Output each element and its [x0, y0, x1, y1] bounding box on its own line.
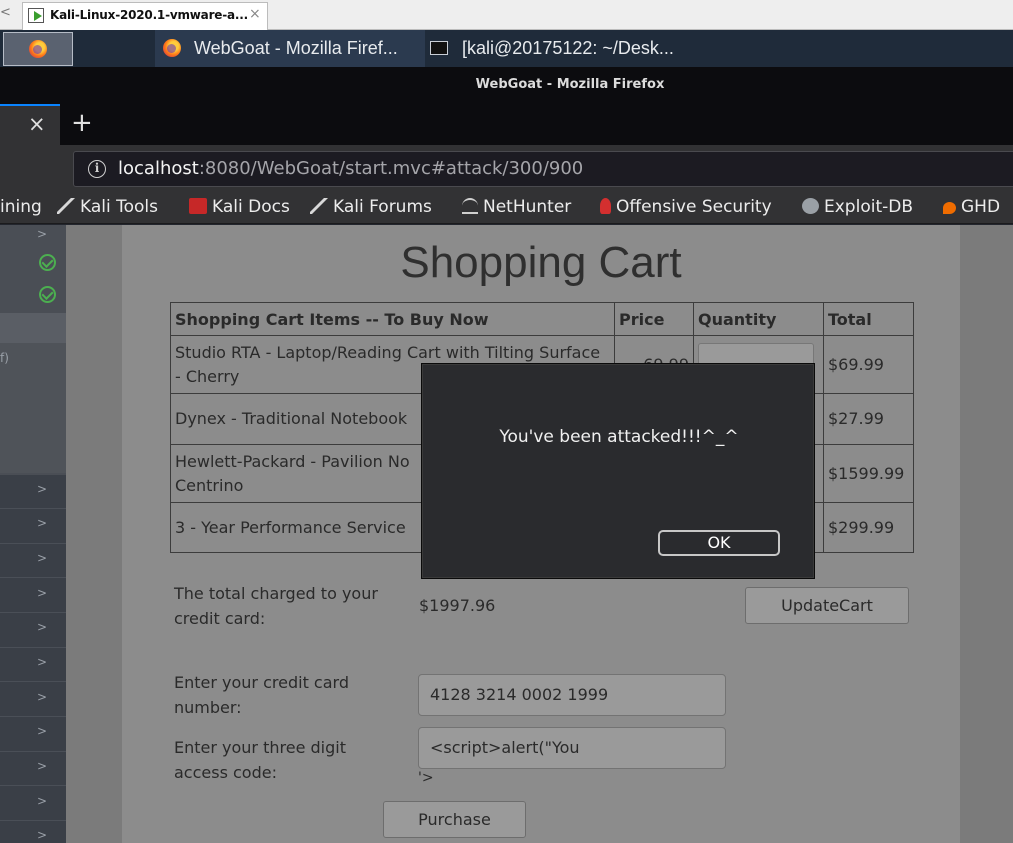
- kali-taskbar: WebGoat - Mozilla Firef... [kali@2017512…: [0, 30, 1013, 67]
- url-path: :8080/WebGoat/start.mvc#attack/300/900: [198, 158, 584, 179]
- access-code-overflow-text: '>: [418, 770, 434, 786]
- chevron-right-icon[interactable]: >: [37, 759, 47, 773]
- divider: [0, 612, 66, 613]
- kali-dragon-icon: [57, 198, 75, 214]
- url-text[interactable]: localhost:8080/WebGoat/start.mvc#attack/…: [118, 158, 583, 179]
- page-title: Shopping Cart: [400, 238, 682, 287]
- nethunter-icon: [462, 198, 478, 214]
- sidebar-item-selected[interactable]: [0, 313, 66, 343]
- scroll-left-icon[interactable]: <: [0, 5, 11, 20]
- divider: [0, 785, 66, 786]
- check-icon: [39, 286, 56, 303]
- divider: [0, 716, 66, 717]
- divider: [0, 577, 66, 578]
- divider: [0, 508, 66, 509]
- exploit-db-icon: [802, 198, 819, 214]
- bookmark-kali-forums[interactable]: Kali Forums: [310, 197, 432, 217]
- bookmark-training[interactable]: ining: [0, 197, 42, 217]
- webgoat-sidebar: > f) > > > > > > > > > > >: [0, 225, 66, 843]
- column-header: Price: [614, 302, 694, 336]
- chevron-right-icon[interactable]: >: [37, 794, 47, 808]
- column-header: Shopping Cart Items -- To Buy Now: [170, 302, 615, 336]
- total-charged-label: The total charged to your credit card:: [174, 584, 378, 628]
- firefox-icon: [163, 39, 181, 57]
- chevron-right-icon[interactable]: >: [37, 828, 47, 842]
- ghdb-icon: [943, 202, 956, 214]
- task-firefox-label: WebGoat - Mozilla Firef...: [194, 38, 398, 58]
- credit-card-label: Enter your credit card number:: [174, 673, 349, 717]
- chevron-right-icon[interactable]: >: [37, 586, 47, 600]
- task-button-terminal[interactable]: [kali@20175122: ~/Desk...: [427, 30, 717, 67]
- bookmark-exploit-db[interactable]: Exploit-DB: [802, 197, 913, 217]
- vmware-tab-bar: < Kali-Linux-2020.1-vmware-a... ×: [0, 0, 1013, 30]
- plus-icon[interactable]: +: [71, 108, 93, 138]
- terminal-icon: [430, 41, 448, 55]
- table-header-row: Shopping Cart Items -- To Buy Now Price …: [170, 302, 914, 336]
- chevron-right-icon[interactable]: >: [37, 516, 47, 530]
- chevron-right-icon[interactable]: >: [37, 620, 47, 634]
- access-code-input[interactable]: <script>alert("You: [418, 727, 726, 769]
- column-header: Total: [823, 302, 914, 336]
- purchase-button[interactable]: Purchase: [383, 801, 526, 838]
- window-title: WebGoat - Mozilla Firefox: [475, 77, 665, 92]
- check-icon: [39, 254, 56, 271]
- vm-tab-kali[interactable]: Kali-Linux-2020.1-vmware-a... ×: [22, 2, 268, 30]
- navigation-bar: i localhost:8080/WebGoat/start.mvc#attac…: [0, 145, 1013, 191]
- bookmark-ghdb[interactable]: GHD: [943, 197, 1000, 217]
- bookmark-kali-docs[interactable]: Kali Docs: [189, 197, 290, 217]
- window-title-bar: WebGoat - Mozilla Firefox: [0, 67, 1013, 104]
- firefox-icon: [29, 40, 47, 58]
- access-code-label: Enter your three digit access code:: [174, 738, 346, 782]
- chevron-right-icon[interactable]: >: [37, 551, 47, 565]
- panel-firefox-launcher[interactable]: [3, 32, 73, 66]
- task-button-firefox[interactable]: WebGoat - Mozilla Firef...: [155, 30, 425, 67]
- bookmarks-toolbar: ining Kali Tools Kali Docs Kali Forums N…: [0, 191, 1013, 224]
- divider: [0, 681, 66, 682]
- chevron-right-icon[interactable]: >: [37, 690, 47, 704]
- cart-item-total: $299.99: [823, 502, 914, 553]
- column-header: Quantity: [693, 302, 824, 336]
- credit-card-input[interactable]: 4128 3214 0002 1999: [418, 674, 726, 716]
- divider: [0, 647, 66, 648]
- chevron-right-icon[interactable]: >: [37, 655, 47, 669]
- bookmark-offensive-security[interactable]: Offensive Security: [600, 197, 772, 217]
- browser-tab-strip: × +: [0, 104, 1013, 145]
- total-charged-value: $1997.96: [419, 596, 496, 615]
- sidebar-item-label[interactable]: f): [0, 351, 9, 365]
- divider: [0, 820, 66, 821]
- chevron-right-icon[interactable]: >: [37, 227, 47, 241]
- url-host: localhost: [118, 158, 199, 179]
- url-bar[interactable]: i localhost:8080/WebGoat/start.mvc#attac…: [73, 151, 1013, 187]
- vm-tab-label: Kali-Linux-2020.1-vmware-a...: [50, 8, 248, 22]
- bookmark-nethunter[interactable]: NetHunter: [462, 197, 571, 217]
- vm-play-icon: [28, 8, 44, 23]
- cart-item-total: $27.99: [823, 393, 914, 445]
- divider: [0, 751, 66, 752]
- task-terminal-label: [kali@20175122: ~/Desk...: [462, 38, 674, 58]
- kali-docs-icon: [189, 198, 207, 214]
- kali-dragon-icon: [310, 198, 328, 214]
- vm-tab-close-icon[interactable]: ×: [249, 6, 261, 22]
- chevron-right-icon[interactable]: >: [37, 724, 47, 738]
- chevron-right-icon[interactable]: >: [37, 482, 47, 496]
- offsec-icon: [600, 198, 611, 214]
- cart-item-total: $1599.99: [823, 444, 914, 503]
- alert-dialog: You've been attacked!!!^_^ OK: [421, 363, 815, 579]
- update-cart-button[interactable]: UpdateCart: [745, 587, 909, 624]
- browser-tab-active[interactable]: ×: [0, 104, 60, 145]
- alert-message: You've been attacked!!!^_^: [499, 427, 739, 447]
- cart-item-total: $69.99: [823, 335, 914, 394]
- close-icon[interactable]: ×: [28, 112, 46, 136]
- divider: [0, 543, 66, 544]
- info-icon[interactable]: i: [88, 160, 106, 178]
- bookmark-kali-tools[interactable]: Kali Tools: [57, 197, 158, 217]
- alert-ok-button[interactable]: OK: [658, 530, 780, 556]
